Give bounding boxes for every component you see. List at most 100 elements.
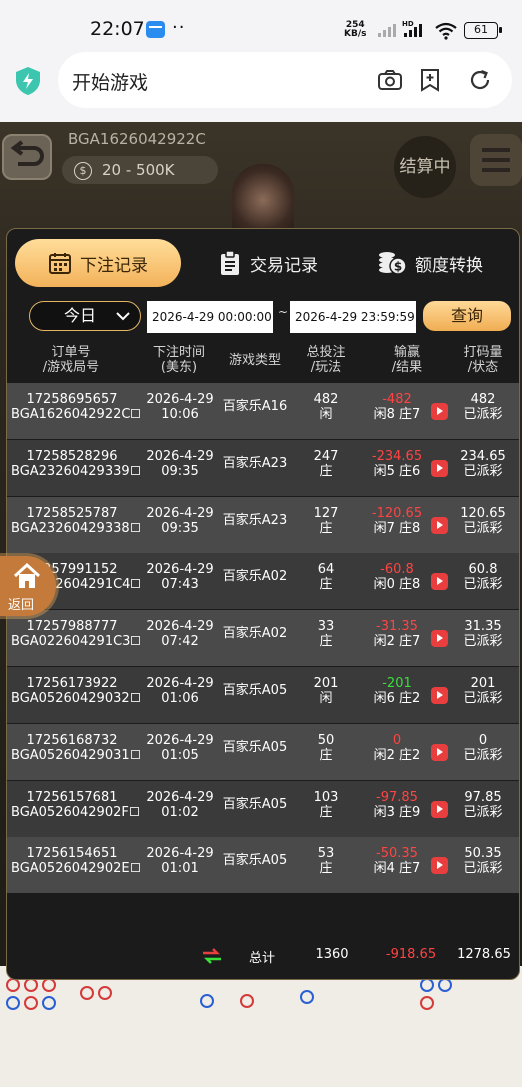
clipboard-icon	[221, 250, 239, 275]
turnover-cell: 482 已派彩	[463, 392, 503, 422]
game-cell: 百家乐A23	[222, 455, 288, 471]
table-row[interactable]: 17256154651 BGA0526042902E 2026-4-29 01:01 百…	[7, 837, 519, 894]
col-winloss: 输赢/结果	[391, 345, 423, 375]
tab-label: 额度转换	[415, 255, 483, 276]
table-id: BGA1626042922C	[68, 130, 206, 148]
tab-credit-transfer[interactable]: $ 额度转换	[375, 239, 485, 287]
end-date-input[interactable]: 2026-4-29 23:59:59	[290, 301, 416, 333]
tab-bet-records[interactable]: 下注记录	[15, 239, 181, 287]
time-cell: 2026-4-29 07:43	[146, 562, 214, 593]
replay-play-icon[interactable]	[431, 687, 448, 704]
calendar-icon	[49, 253, 71, 274]
total-label: 总计	[248, 951, 275, 966]
turnover-cell: 0 已派彩	[463, 732, 503, 763]
turnover-cell: 234.65 已派彩	[460, 448, 506, 479]
copy-icon[interactable]	[130, 749, 140, 759]
tab-label: 下注记录	[80, 255, 148, 276]
copy-icon[interactable]	[130, 863, 140, 873]
bet-cell: 50 庄	[317, 732, 335, 763]
game-cell: 百家乐A02	[222, 626, 288, 642]
col-turnover: 打码量/状态	[463, 345, 503, 375]
order-cell: 17257988777 BGA022604291C3	[11, 619, 141, 649]
order-cell: 17256154651 BGA0526042902E	[11, 846, 140, 876]
day-select-value: 今日	[64, 306, 97, 325]
page-title: 开始游戏	[72, 72, 149, 94]
filter-bar: 今日 2026-4-29 00:00:00 ~ 2026-4-29 23:59:…	[7, 299, 519, 339]
replay-play-icon[interactable]	[431, 403, 448, 420]
total-bet: 1360	[315, 947, 349, 962]
order-cell: 17256168732 BGA05260429031	[11, 733, 140, 763]
col-order: 订单号/游戏局号	[42, 345, 100, 375]
game-cell: 百家乐A05	[222, 683, 288, 698]
table-row[interactable]: 17256168732 BGA05260429031 2026-4-29 01:05 百…	[7, 723, 519, 780]
undo-icon	[10, 140, 44, 166]
winloss-cell: -60.8 闲0 庄8	[373, 562, 421, 593]
total-winloss: -918.65	[385, 947, 437, 962]
turnover-cell: 201 已派彩	[463, 676, 503, 706]
start-date-input[interactable]: 2026-4-29 00:00:00	[147, 301, 273, 333]
camera-icon[interactable]	[376, 66, 404, 94]
table-row[interactable]: 17256157681 BGA0526042902F 2026-4-29 01:02 百…	[7, 780, 519, 837]
replay-play-icon[interactable]	[431, 857, 448, 875]
replay-play-icon[interactable]	[431, 516, 448, 534]
table-row[interactable]: 17258695657 BGA1626042922C 2026-4-29 10:06 百…	[7, 383, 519, 439]
game-cell: 百家乐A16	[222, 399, 288, 414]
copy-icon[interactable]	[130, 522, 140, 532]
tab-transactions[interactable]: 交易记录	[213, 239, 323, 287]
table-row[interactable]: 17256173922 BGA05260429032 2026-4-29 01:06 百…	[7, 667, 519, 723]
home-float-label: 返回	[8, 598, 35, 613]
bet-cell: 201 闲	[313, 676, 339, 706]
time-cell: 2026-4-29 01:06	[146, 676, 214, 706]
signal-2-icon	[404, 23, 422, 37]
copy-icon[interactable]	[131, 579, 141, 589]
copy-icon[interactable]	[131, 409, 141, 418]
bet-cell: 64 庄	[317, 562, 335, 593]
game-cell: 百家乐A23	[222, 512, 288, 528]
refresh-icon[interactable]	[466, 66, 494, 94]
bet-cell: 33 庄	[317, 619, 335, 650]
game-cell: 百家乐A05	[222, 796, 288, 812]
replay-play-icon[interactable]	[431, 573, 448, 591]
copy-icon[interactable]	[130, 693, 140, 702]
time-cell: 2026-4-29 01:01	[146, 846, 214, 877]
order-cell: 17256173922 BGA05260429032	[11, 676, 140, 706]
add-tab-icon[interactable]	[416, 66, 444, 94]
time-cell: 2026-4-29 01:05	[146, 732, 214, 763]
table-header: 订单号/游戏局号 下注时间 (美东) 游戏类型 总投注/玩法 输赢/结果 打码量 /…	[7, 341, 519, 385]
replay-play-icon[interactable]	[431, 800, 448, 818]
table-row[interactable]: 17257991152 BGA022604291C4 2026-4-29 07:43 百…	[7, 553, 519, 610]
game-menu-button[interactable]	[470, 134, 522, 186]
copy-icon[interactable]	[130, 465, 140, 475]
chevron-down-icon	[116, 312, 130, 321]
time-cell: 2026-4-29 09:35	[146, 505, 214, 536]
time-cell: 2026-4-29 07:42	[146, 619, 214, 650]
table-row[interactable]: 17258525787 BGA23260429338 2026-4-29 09:35 百…	[7, 496, 519, 553]
winloss-cell: 0 闲2 庄2	[373, 732, 421, 763]
home-icon	[13, 562, 41, 588]
coins-icon: $	[379, 252, 407, 275]
settle-status: 结算中	[394, 136, 456, 198]
time-cell: 2026-4-29 10:06	[146, 392, 214, 422]
battery-indicator: 61	[464, 22, 502, 39]
game-back-button[interactable]	[2, 134, 52, 180]
copy-icon[interactable]	[131, 636, 141, 646]
replay-play-icon[interactable]	[431, 743, 448, 761]
query-button[interactable]: 查询	[423, 301, 511, 331]
signal-1-icon	[378, 23, 396, 37]
replay-play-icon[interactable]	[431, 630, 448, 648]
turnover-cell: 31.35 已派彩	[463, 619, 503, 650]
copy-icon[interactable]	[129, 806, 139, 816]
status-bar: 22:07 ·· 254 KB/s HD 61	[0, 0, 522, 42]
table-row[interactable]: 17258528296 BGA23260429339 2026-4-29 09:35 百…	[7, 439, 519, 496]
game-cell: 百家乐A05	[222, 853, 288, 869]
swap-icon	[203, 948, 221, 964]
address-box[interactable]: 开始游戏	[58, 52, 512, 108]
shield-icon[interactable]	[14, 66, 42, 96]
bet-cell: 482 闲	[313, 392, 339, 422]
bet-cell: 247 庄	[313, 448, 339, 479]
turnover-cell: 120.65 已派彩	[460, 505, 506, 536]
date-separator: ~	[278, 305, 289, 319]
replay-play-icon[interactable]	[431, 459, 448, 477]
day-select[interactable]: 今日	[29, 301, 141, 331]
table-row[interactable]: 17257988777 BGA022604291C3 2026-4-29 07:42 百…	[7, 610, 519, 667]
